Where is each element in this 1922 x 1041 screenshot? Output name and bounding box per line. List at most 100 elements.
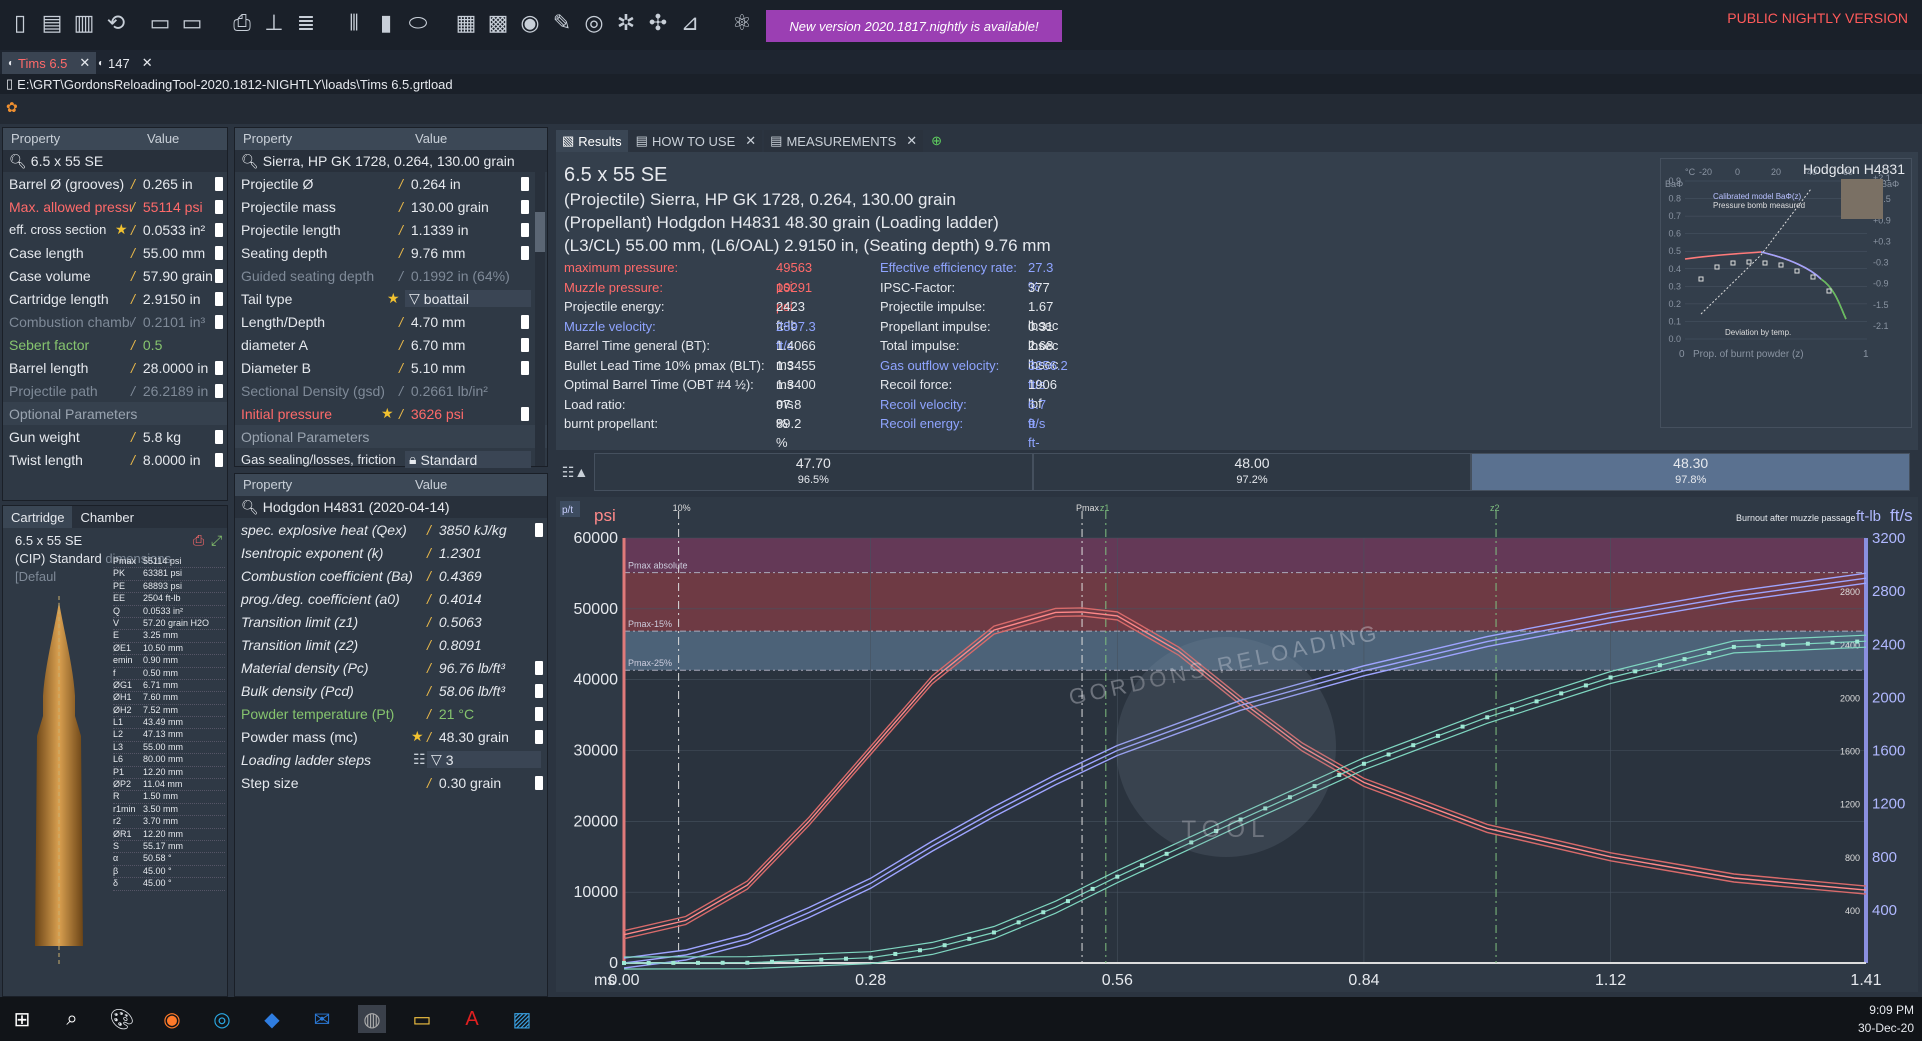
edit-icon[interactable] xyxy=(215,176,223,191)
grt-app-icon[interactable]: ◍ xyxy=(358,1005,386,1033)
edit-icon[interactable] xyxy=(215,268,223,283)
edit-icon[interactable] xyxy=(215,245,223,260)
property-row[interactable]: Length/Depth/4.70 mm xyxy=(235,310,547,333)
property-row[interactable]: Transition limit (z2)/0.8091 xyxy=(235,633,547,656)
edit-icon[interactable] xyxy=(535,706,543,721)
cartridges-icon[interactable]: ⫴ xyxy=(340,6,368,40)
ladder-step[interactable]: 48.00 97.2% xyxy=(1032,453,1472,491)
edit-icon[interactable] xyxy=(215,452,223,467)
ladder-steps-select[interactable]: ▽ 3 xyxy=(427,751,541,768)
property-row[interactable]: Combustion coefficient (Ba)/0.4369 xyxy=(235,564,547,587)
edit-icon[interactable] xyxy=(521,222,529,237)
save-icon[interactable]: ▭ xyxy=(146,6,174,40)
search-icon[interactable]: ⌕ xyxy=(58,1005,86,1033)
edit-icon[interactable] xyxy=(535,729,543,744)
update-banner[interactable]: New version 2020.1817.nightly is availab… xyxy=(766,10,1062,42)
save-as-icon[interactable]: ▭ xyxy=(178,6,206,40)
file-tab-tims[interactable]: ◐ Tims 6.5 ✕ xyxy=(2,52,97,74)
atom-icon[interactable]: ⚛ xyxy=(728,6,756,40)
plugin-icon[interactable]: ✿ xyxy=(6,99,18,116)
target-icon[interactable]: ◉ xyxy=(516,6,544,40)
edit-icon[interactable] xyxy=(215,429,223,444)
property-row[interactable]: Tail type ★ ▽ boattail xyxy=(235,287,547,310)
molecule-icon[interactable]: ✣ xyxy=(644,6,672,40)
pdf-export-icon[interactable]: ⎙ xyxy=(228,6,256,40)
property-row[interactable]: Projectile mass/130.00 grain xyxy=(235,195,547,218)
file-tab-147[interactable]: ◐ 147 ✕ xyxy=(92,52,159,74)
expand-icon[interactable]: ⤢ xyxy=(211,532,222,549)
add-tab-icon[interactable]: ⊕ xyxy=(925,130,948,152)
property-row[interactable]: prog./deg. coefficient (a0)/0.4014 xyxy=(235,587,547,610)
property-row[interactable]: spec. explosive heat (Qex)/3850 kJ/kg xyxy=(235,518,547,541)
edit-icon[interactable] xyxy=(535,522,543,537)
edge-icon[interactable]: ◎ xyxy=(208,1005,236,1033)
ladder-step[interactable]: 47.70 96.5% xyxy=(594,453,1033,491)
firefox-icon[interactable]: ◉ xyxy=(158,1005,186,1033)
edit-icon[interactable] xyxy=(521,199,529,214)
property-row[interactable]: Gas sealing/losses, friction 🔒︎ Standard xyxy=(235,448,547,471)
edit-icon[interactable] xyxy=(535,683,543,698)
property-row[interactable]: eff. cross section ★/0.0533 in² xyxy=(3,218,227,241)
scrollbar-thumb[interactable] xyxy=(535,212,545,252)
gear-icon[interactable]: ✲ xyxy=(612,6,640,40)
chart-tool-icon[interactable]: ⊿ xyxy=(676,6,704,40)
tab-chamber[interactable]: Chamber xyxy=(72,506,141,528)
gas-sealing-select[interactable]: 🔒︎ Standard xyxy=(405,451,531,468)
property-row[interactable]: Barrel Ø (grooves)/0.265 in xyxy=(3,172,227,195)
property-row[interactable]: Barrel length/28.0000 in xyxy=(3,356,227,379)
paint-app-icon[interactable]: 🎨︎ xyxy=(108,1005,136,1033)
property-row[interactable]: Step size/0.30 grain xyxy=(235,771,547,794)
edit-icon[interactable] xyxy=(215,222,223,237)
property-row[interactable]: Cartridge length/2.9150 in xyxy=(3,287,227,310)
edit-icon[interactable] xyxy=(521,245,529,260)
dropbox-icon[interactable]: ◆ xyxy=(258,1005,286,1033)
edit-icon[interactable] xyxy=(215,383,223,398)
file-explorer-icon[interactable]: ▭ xyxy=(408,1005,436,1033)
tab-cartridge[interactable]: Cartridge xyxy=(3,506,73,528)
tab-measurements[interactable]: ▤ MEASUREMENTS ✕ xyxy=(764,130,924,152)
reload-icon[interactable]: ⟲ xyxy=(102,6,130,40)
property-row[interactable]: Projectile Ø/0.264 in xyxy=(235,172,547,195)
edit-icon[interactable] xyxy=(521,314,529,329)
property-row[interactable]: Loading ladder steps ☷ ▽ 3 xyxy=(235,748,547,771)
open-recent-icon[interactable]: ▥ xyxy=(70,6,98,40)
property-row[interactable]: Isentropic exponent (k)/1.2301 xyxy=(235,541,547,564)
tail-type-select[interactable]: ▽ boattail xyxy=(405,290,531,307)
property-row[interactable]: Sebert factor/0.5 xyxy=(3,333,227,356)
property-row[interactable]: Case length/55.00 mm xyxy=(3,241,227,264)
property-row[interactable]: Case volume/57.90 grain xyxy=(3,264,227,287)
brush-icon[interactable]: ✎ xyxy=(548,6,576,40)
edit-icon[interactable] xyxy=(521,337,529,352)
property-row[interactable]: Seating depth/9.76 mm xyxy=(235,241,547,264)
scrollbar[interactable] xyxy=(535,152,545,466)
property-row[interactable]: Initial pressure ★/3626 psi xyxy=(235,402,547,425)
photos-icon[interactable]: ▨ xyxy=(508,1005,536,1033)
outlook-icon[interactable]: ✉ xyxy=(308,1005,336,1033)
property-row[interactable]: Max. allowed pressure/55114 psi xyxy=(3,195,227,218)
property-row[interactable]: Transition limit (z1)/0.5063 xyxy=(235,610,547,633)
close-icon[interactable]: ✕ xyxy=(79,55,90,71)
close-icon[interactable]: ✕ xyxy=(906,133,917,149)
property-row[interactable]: Gun weight/5.8 kg xyxy=(3,425,227,448)
new-file-icon[interactable]: ▯ xyxy=(6,6,34,40)
cartridge-search[interactable]: 🔍︎ 6.5 x 55 SE xyxy=(3,150,227,172)
close-icon[interactable]: ✕ xyxy=(142,55,153,71)
report-icon[interactable]: ≣ xyxy=(292,6,320,40)
measure-icon[interactable]: ⊥ xyxy=(260,6,288,40)
edit-icon[interactable] xyxy=(521,360,529,375)
tab-how-to-use[interactable]: ▤ HOW TO USE ✕ xyxy=(629,130,763,152)
open-file-icon[interactable]: ▤ xyxy=(38,6,66,40)
edit-icon[interactable] xyxy=(215,199,223,214)
property-row[interactable]: Twist length/8.0000 in xyxy=(3,448,227,471)
grid-icon[interactable]: ▩ xyxy=(484,6,512,40)
powder-search[interactable]: 🔍︎ Hodgdon H4831 (2020-04-14) xyxy=(235,496,547,518)
edit-icon[interactable] xyxy=(521,406,529,421)
edit-icon[interactable] xyxy=(215,314,223,329)
edit-icon[interactable] xyxy=(521,176,529,191)
ladder-step-selected[interactable]: 48.30 97.8% xyxy=(1471,453,1911,491)
property-row[interactable]: Powder mass (mc) ★/48.30 grain xyxy=(235,725,547,748)
property-row[interactable]: Projectile length/1.1339 in xyxy=(235,218,547,241)
cartridge-icon[interactable]: ▮ xyxy=(372,6,400,40)
edit-icon[interactable] xyxy=(535,660,543,675)
cylinder-icon[interactable]: ◎ xyxy=(580,6,608,40)
